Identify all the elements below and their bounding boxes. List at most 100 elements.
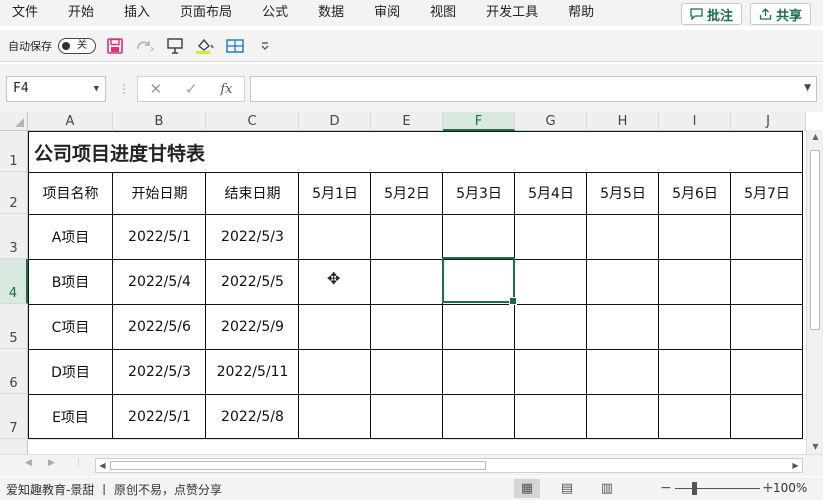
row-number: 2 <box>9 196 18 211</box>
worksheet-grid[interactable]: A B C D E F G H I J 1 2 3 4 5 6 7 公司项目进度… <box>0 112 823 454</box>
redo-icon[interactable] <box>134 35 156 57</box>
tab-splitter-icon[interactable]: ⋮ <box>74 458 83 468</box>
scroll-up-icon[interactable]: ▲ <box>807 130 823 144</box>
autosave-toggle[interactable]: 关 <box>58 37 96 54</box>
menu-insert[interactable]: 插入 <box>109 0 165 26</box>
menu-home[interactable]: 开始 <box>53 0 109 26</box>
header-cell-day[interactable]: 5月5日 <box>587 172 659 214</box>
horizontal-scroll-thumb[interactable] <box>110 461 486 470</box>
menu-review[interactable]: 审阅 <box>359 0 415 26</box>
header-cell-day[interactable]: 5月4日 <box>515 172 587 214</box>
prev-sheet-icon[interactable]: ◀ <box>25 458 32 468</box>
menu-data[interactable]: 数据 <box>303 0 359 26</box>
column-header-a[interactable]: A <box>28 112 113 131</box>
menu-page-layout[interactable]: 页面布局 <box>165 0 247 26</box>
column-header-g[interactable]: G <box>515 112 587 131</box>
vertical-scroll-thumb[interactable] <box>810 150 820 330</box>
active-cell-selection[interactable] <box>442 257 517 305</box>
row-header-6[interactable]: 6 <box>0 349 28 394</box>
scroll-right-icon[interactable]: ▶ <box>789 459 802 472</box>
row-header-3[interactable]: 3 <box>0 214 28 259</box>
menu-formulas[interactable]: 公式 <box>247 0 303 26</box>
cell-end-date[interactable]: 2022/5/11 <box>206 349 299 394</box>
splitter-icon[interactable]: ⋮ <box>118 82 130 96</box>
zoom-out-icon[interactable]: − <box>660 480 672 496</box>
cell-project-name[interactable]: A项目 <box>28 214 113 259</box>
cell-project-name[interactable]: D项目 <box>28 349 113 394</box>
cell-end-date[interactable]: 2022/5/8 <box>206 394 299 439</box>
sheet-title[interactable]: 公司项目进度甘特表 <box>34 132 205 172</box>
page-break-view-icon[interactable]: ▥ <box>594 479 620 498</box>
row-header-5[interactable]: 5 <box>0 304 28 349</box>
comments-button[interactable]: 批注 <box>680 3 742 25</box>
cell-start-date[interactable]: 2022/5/1 <box>113 214 206 259</box>
share-button[interactable]: 共享 <box>749 3 811 25</box>
column-header-i[interactable]: I <box>659 112 731 131</box>
header-cell-end-date[interactable]: 结束日期 <box>206 172 299 214</box>
header-cell-day[interactable]: 5月7日 <box>731 172 803 214</box>
function-icon[interactable]: fx <box>220 82 232 97</box>
column-header-j[interactable]: J <box>731 112 806 131</box>
header-cell-project-name[interactable]: 项目名称 <box>28 172 113 214</box>
menu-help[interactable]: 帮助 <box>553 0 609 26</box>
row-number: 5 <box>9 331 18 346</box>
row-number: 7 <box>9 421 18 436</box>
formula-input[interactable]: ▼ <box>250 76 817 102</box>
header-cell-day[interactable]: 5月3日 <box>443 172 515 214</box>
customize-toolbar-icon[interactable] <box>254 35 276 57</box>
header-cell-day[interactable]: 5月1日 <box>299 172 371 214</box>
row-header-1[interactable]: 1 <box>0 131 28 172</box>
column-header-b[interactable]: B <box>113 112 206 131</box>
cell-project-name[interactable]: E项目 <box>28 394 113 439</box>
menu-developer[interactable]: 开发工具 <box>471 0 553 26</box>
row-header-8[interactable] <box>0 439 28 454</box>
column-header-c[interactable]: C <box>206 112 299 131</box>
zoom-slider-knob[interactable] <box>692 482 697 495</box>
vertical-scrollbar[interactable]: ▲ ▼ <box>806 130 823 454</box>
column-header-h[interactable]: H <box>587 112 659 131</box>
row-header-7[interactable]: 7 <box>0 394 28 439</box>
header-cell-start-date[interactable]: 开始日期 <box>113 172 206 214</box>
scroll-down-icon[interactable]: ▼ <box>807 440 823 454</box>
header-cell-day[interactable]: 5月2日 <box>371 172 443 214</box>
cell-end-date[interactable]: 2022/5/5 <box>206 259 299 304</box>
confirm-icon[interactable]: ✓ <box>185 80 198 98</box>
save-icon[interactable] <box>104 35 126 57</box>
menu-view[interactable]: 视图 <box>415 0 471 26</box>
cancel-icon[interactable]: ✕ <box>149 80 162 98</box>
row-header-4[interactable]: 4 <box>0 259 28 304</box>
cell-project-name[interactable]: B项目 <box>28 259 113 304</box>
name-box[interactable]: F4 ▼ <box>6 76 106 102</box>
normal-view-icon[interactable]: ▦ <box>514 479 540 498</box>
freeze-panes-icon[interactable] <box>224 35 246 57</box>
comments-label: 批注 <box>706 8 733 24</box>
zoom-level[interactable]: 100% <box>773 481 807 495</box>
cell-start-date[interactable]: 2022/5/4 <box>113 259 206 304</box>
fill-color-icon[interactable] <box>194 35 216 57</box>
cell-project-name[interactable]: C项目 <box>28 304 113 349</box>
cell-end-date[interactable]: 2022/5/9 <box>206 304 299 349</box>
zoom-in-icon[interactable]: + <box>762 480 774 496</box>
zoom-slider[interactable] <box>675 488 760 489</box>
column-header-d[interactable]: D <box>299 112 371 131</box>
cell-start-date[interactable]: 2022/5/6 <box>113 304 206 349</box>
cell-start-date[interactable]: 2022/5/3 <box>113 349 206 394</box>
presentation-icon[interactable] <box>164 35 186 57</box>
select-all-corner[interactable] <box>0 112 28 131</box>
cell-start-date[interactable]: 2022/5/1 <box>113 394 206 439</box>
horizontal-scrollbar[interactable]: ◀ ▶ <box>95 458 803 473</box>
header-cell-day[interactable]: 5月6日 <box>659 172 731 214</box>
column-header-e[interactable]: E <box>371 112 443 131</box>
cell-end-date[interactable]: 2022/5/3 <box>206 214 299 259</box>
ribbon-menu: 文件 开始 插入 页面布局 公式 数据 审阅 视图 开发工具 帮助 批注 共享 <box>0 0 823 26</box>
scroll-left-icon[interactable]: ◀ <box>96 459 109 472</box>
share-label: 共享 <box>775 8 802 24</box>
page-layout-view-icon[interactable]: ▤ <box>554 479 580 498</box>
chevron-down-icon[interactable]: ▼ <box>94 77 99 101</box>
gridline <box>28 439 806 440</box>
column-header-f[interactable]: F <box>443 112 515 131</box>
row-header-2[interactable]: 2 <box>0 172 28 214</box>
menu-file[interactable]: 文件 <box>0 0 53 26</box>
next-sheet-icon[interactable]: ▶ <box>48 458 55 468</box>
expand-formula-icon[interactable]: ▼ <box>804 83 811 93</box>
